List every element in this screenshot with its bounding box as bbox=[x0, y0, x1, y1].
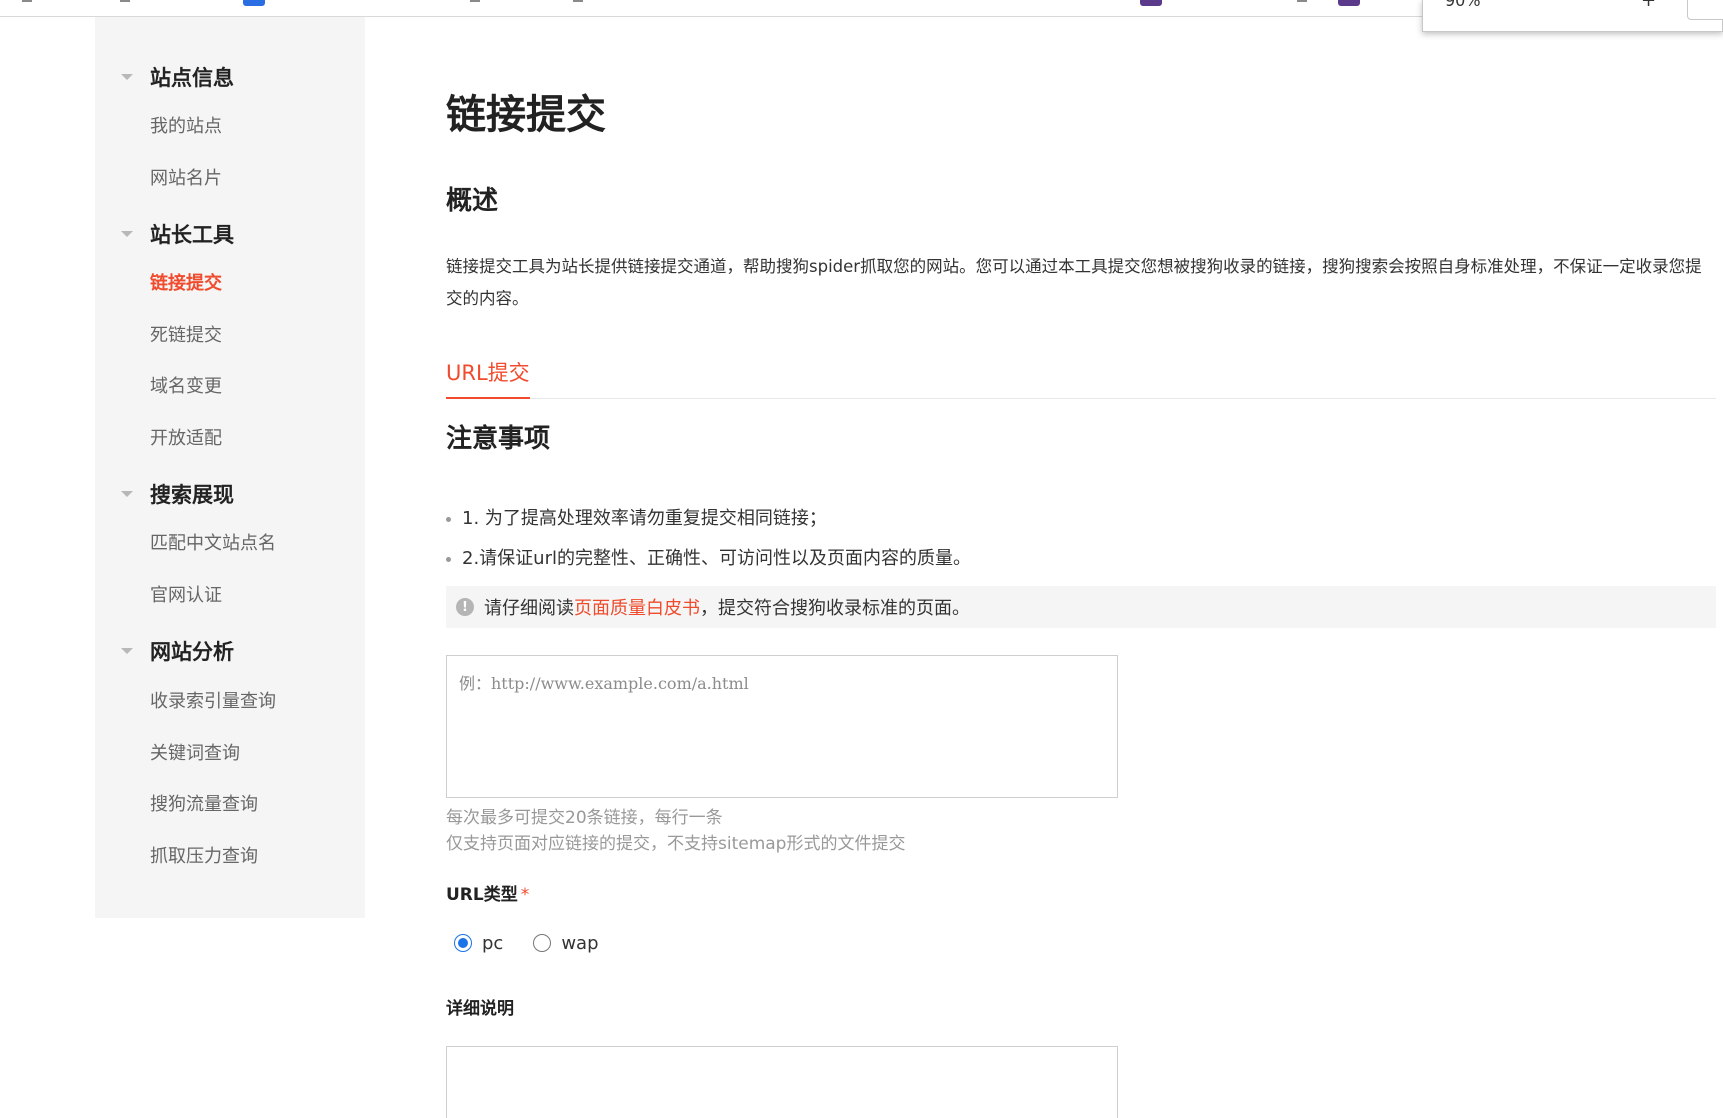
radio-label: wap bbox=[561, 932, 599, 954]
tab-url-submit[interactable]: URL提交 bbox=[446, 357, 530, 399]
sidebar-item-link-submit[interactable]: 链接提交 bbox=[150, 269, 222, 299]
bookmark-icon[interactable] bbox=[1140, 0, 1162, 6]
sidebar-item-match-chinese-name[interactable]: 匹配中文站点名 bbox=[150, 529, 276, 559]
list-item: 2.请保证url的完整性、正确性、可访问性以及页面内容的质量。 bbox=[446, 544, 1716, 584]
sidebar-item-domain-change[interactable]: 域名变更 bbox=[150, 372, 222, 402]
hint-no-sitemap: 仅支持页面对应链接的提交，不支持sitemap形式的文件提交 bbox=[446, 834, 906, 854]
caret-down-icon bbox=[121, 74, 133, 80]
sidebar-item-keyword-query[interactable]: 关键词查询 bbox=[150, 739, 240, 769]
caret-down-icon bbox=[121, 231, 133, 237]
list-item: 1. 为了提高处理效率请勿重复提交相同链接； bbox=[446, 504, 1716, 544]
detail-label: 详细说明 bbox=[446, 999, 514, 1019]
url-type-radio-group: pc wap bbox=[454, 929, 629, 957]
sidebar-item-traffic-query[interactable]: 搜狗流量查询 bbox=[150, 790, 258, 820]
required-mark: * bbox=[520, 885, 530, 905]
zoom-in-button[interactable]: + bbox=[1641, 0, 1656, 11]
bookmark-icon[interactable] bbox=[22, 0, 32, 2]
tip-bar: ! 请仔细阅读 页面质量白皮书 ，提交符合搜狗收录标准的页面。 bbox=[446, 586, 1716, 628]
sidebar-item-official-site-cert[interactable]: 官网认证 bbox=[150, 581, 222, 611]
tip-suffix: ，提交符合搜狗收录标准的页面。 bbox=[700, 598, 970, 619]
sidebar: 站点信息 我的站点 网站名片 站长工具 链接提交 死链提交 域名变更 开放适配 … bbox=[95, 17, 365, 918]
overview-description: 链接提交工具为站长提供链接提交通道，帮助搜狗spider抓取您的网站。您可以通过… bbox=[446, 257, 1702, 308]
notes-title: 注意事项 bbox=[446, 424, 551, 454]
sidebar-item-crawl-pressure[interactable]: 抓取压力查询 bbox=[150, 842, 258, 872]
url-input[interactable] bbox=[446, 655, 1118, 798]
exclamation-icon: ! bbox=[456, 598, 474, 616]
bookmark-icon[interactable] bbox=[1297, 0, 1307, 2]
radio-wap[interactable]: wap bbox=[533, 932, 599, 954]
page-title: 链接提交 bbox=[446, 92, 606, 138]
notes-list: 1. 为了提高处理效率请勿重复提交相同链接； 2.请保证url的完整性、正确性、… bbox=[446, 504, 1716, 584]
sidebar-group-title: 站点信息 bbox=[150, 66, 234, 90]
sidebar-group-search-display[interactable]: 搜索展现 bbox=[95, 474, 365, 514]
sidebar-group-webmaster-tools[interactable]: 站长工具 bbox=[95, 214, 365, 254]
sidebar-item-open-adaptation[interactable]: 开放适配 bbox=[150, 424, 222, 454]
caret-down-icon bbox=[121, 648, 133, 654]
caret-down-icon bbox=[121, 491, 133, 497]
radio-unchecked-icon[interactable] bbox=[533, 934, 552, 952]
sidebar-item-dead-link-submit[interactable]: 死链提交 bbox=[150, 321, 222, 351]
page: 90% + 站点信息 我的站点 网站名片 站长工具 链接提交 死链提交 域名变更… bbox=[0, 0, 1723, 1118]
url-type-label-text: URL类型 bbox=[446, 885, 518, 905]
sidebar-group-site-info[interactable]: 站点信息 bbox=[95, 57, 365, 97]
sidebar-item-index-query[interactable]: 收录索引量查询 bbox=[150, 687, 276, 717]
bullet-icon bbox=[446, 517, 451, 522]
note-text: 1. 为了提高处理效率请勿重复提交相同链接； bbox=[462, 508, 827, 529]
sidebar-group-title: 网站分析 bbox=[150, 640, 234, 664]
bullet-icon bbox=[446, 557, 451, 562]
radio-checked-icon[interactable] bbox=[454, 934, 472, 952]
whitepaper-link[interactable]: 页面质量白皮书 bbox=[574, 594, 700, 620]
radio-label: pc bbox=[482, 932, 504, 954]
sidebar-item-site-card[interactable]: 网站名片 bbox=[150, 164, 222, 194]
tip-prefix: 请仔细阅读 bbox=[484, 598, 574, 619]
sidebar-group-site-analysis[interactable]: 网站分析 bbox=[95, 631, 365, 671]
hint-max-links: 每次最多可提交20条链接，每行一条 bbox=[446, 808, 723, 828]
note-text: 2.请保证url的完整性、正确性、可访问性以及页面内容的质量。 bbox=[462, 548, 971, 569]
bookmark-icon[interactable] bbox=[470, 0, 480, 2]
bookmark-icon[interactable] bbox=[243, 0, 265, 6]
radio-pc[interactable]: pc bbox=[454, 933, 503, 954]
bookmark-icon[interactable] bbox=[1338, 0, 1360, 6]
sidebar-group-title: 搜索展现 bbox=[150, 483, 234, 507]
zoom-level: 90% bbox=[1445, 0, 1481, 10]
bookmark-icon[interactable] bbox=[120, 0, 130, 2]
overview-title: 概述 bbox=[446, 186, 499, 216]
zoom-reset-button[interactable] bbox=[1687, 0, 1723, 20]
url-type-label: URL类型 * bbox=[446, 880, 529, 905]
zoom-popup: 90% + bbox=[1422, 0, 1723, 32]
tab-bar: URL提交 bbox=[446, 357, 1716, 399]
sidebar-group-title: 站长工具 bbox=[150, 223, 234, 247]
bookmark-icon[interactable] bbox=[573, 0, 583, 2]
sidebar-item-my-sites[interactable]: 我的站点 bbox=[150, 112, 222, 142]
detail-input[interactable] bbox=[446, 1046, 1118, 1118]
